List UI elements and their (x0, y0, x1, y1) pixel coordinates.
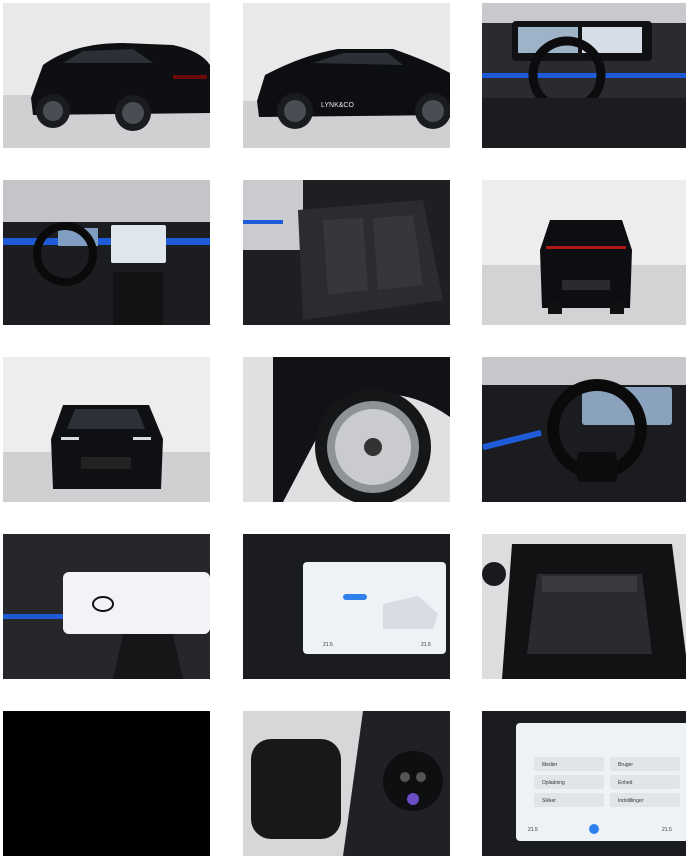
photo-wheel[interactable] (243, 357, 450, 502)
photo-car-rear[interactable] (482, 180, 686, 325)
wheel-illustration (243, 357, 450, 502)
photo-car-rear-three-quarter[interactable] (3, 3, 210, 148)
car-side-illustration: LYNK&CO (243, 3, 450, 148)
menu-label-5: Indstillinger (618, 798, 644, 804)
photo-cockpit[interactable] (3, 180, 210, 325)
photo-settings-screen[interactable]: Medier Bruger Opladning Enhed Sikker Ind… (482, 711, 686, 856)
menu-label-0: Medier (542, 762, 558, 768)
blank-photo (3, 711, 210, 856)
interior-illustration (482, 3, 686, 148)
photo-gallery: LYNK&CO 21.5 21.5 Medier Bruger Opladnin… (0, 0, 686, 856)
photo-trunk[interactable] (482, 534, 686, 679)
photo-center-touchscreen[interactable]: 21.5 21.5 (243, 534, 450, 679)
photo-charging-port[interactable] (243, 711, 450, 856)
temperature-right: 21.5 (421, 642, 431, 648)
photo-car-side[interactable]: LYNK&CO (243, 3, 450, 148)
car-rear-view-illustration (482, 180, 686, 325)
photo-rear-seats[interactable] (243, 180, 450, 325)
car-door-logo: LYNK&CO (321, 102, 354, 109)
photo-instrument-cluster[interactable] (3, 534, 210, 679)
menu-label-3: Enhed (618, 780, 633, 786)
menu-label-2: Opladning (542, 780, 565, 786)
photo-blank[interactable] (3, 711, 210, 856)
temperature-left: 21.5 (323, 642, 333, 648)
car-front-illustration (3, 357, 210, 502)
cockpit-illustration (3, 180, 210, 325)
rear-seats-illustration (243, 180, 450, 325)
photo-car-front[interactable] (3, 357, 210, 502)
menu-label-4: Sikker (542, 798, 556, 804)
cluster-illustration (3, 534, 210, 679)
settings-temp-left: 21.5 (528, 827, 538, 833)
photo-steering-cluster[interactable] (482, 357, 686, 502)
trunk-illustration (482, 534, 686, 679)
menu-label-1: Bruger (618, 762, 633, 768)
touchscreen-illustration: 21.5 21.5 (243, 534, 450, 679)
photo-interior-dashboard[interactable] (482, 3, 686, 148)
settings-temp-right: 21.5 (662, 827, 672, 833)
car-rear-illustration (3, 3, 210, 148)
steering-illustration (482, 357, 686, 502)
settings-screen-illustration: Medier Bruger Opladning Enhed Sikker Ind… (482, 711, 686, 856)
charging-port-illustration (243, 711, 450, 856)
